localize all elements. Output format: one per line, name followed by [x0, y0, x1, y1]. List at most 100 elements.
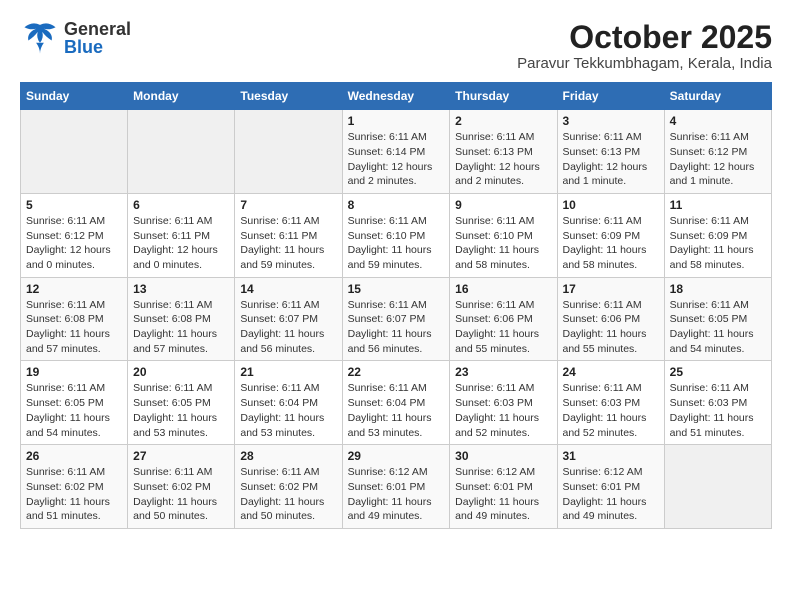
day-number: 11: [670, 198, 766, 212]
calendar-header-row: SundayMondayTuesdayWednesdayThursdayFrid…: [21, 83, 772, 110]
logo-general: General: [64, 20, 131, 38]
calendar-cell: [664, 445, 771, 529]
day-info: Sunrise: 6:11 AM Sunset: 6:11 PM Dayligh…: [133, 214, 229, 273]
day-number: 22: [348, 365, 445, 379]
calendar-cell: 8 Sunrise: 6:11 AM Sunset: 6:10 PM Daylig…: [342, 193, 450, 277]
calendar-cell: 15Sunrise: 6:11 AM Sunset: 6:07 PM Dayli…: [342, 277, 450, 361]
location: Paravur Tekkumbhagam, Kerala, India: [517, 55, 772, 72]
day-info: Sunrise: 6:11 AM Sunset: 6:09 PM Dayligh…: [670, 214, 766, 273]
logo: General Blue: [20, 20, 131, 56]
calendar-cell: 29 Sunrise: 6:12 AM Sunset: 6:01 PM Dayli…: [342, 445, 450, 529]
calendar-cell: 9 Sunrise: 6:11 AM Sunset: 6:10 PM Daylig…: [450, 193, 557, 277]
calendar-cell: 25 Sunrise: 6:11 AM Sunset: 6:03 PM Dayli…: [664, 361, 771, 445]
day-number: 14: [240, 282, 336, 296]
day-info: Sunrise: 6:11 AM Sunset: 6:10 PM Dayligh…: [455, 214, 551, 273]
day-info: Sunrise: 6:11 AM Sunset: 6:05 PM Dayligh…: [670, 298, 766, 357]
day-number: 17: [563, 282, 659, 296]
calendar-cell: [128, 110, 235, 194]
calendar-week-row: 26Sunrise: 6:11 AM Sunset: 6:02 PM Dayli…: [21, 445, 772, 529]
calendar-cell: 11 Sunrise: 6:11 AM Sunset: 6:09 PM Dayli…: [664, 193, 771, 277]
day-info: Sunrise: 6:11 AM Sunset: 6:11 PM Dayligh…: [240, 214, 336, 273]
day-info: Sunrise: 6:11 AM Sunset: 6:12 PM Dayligh…: [670, 130, 766, 189]
day-info: Sunrise: 6:11 AM Sunset: 6:05 PM Dayligh…: [26, 381, 122, 440]
day-number: 4: [670, 114, 766, 128]
month-year: October 2025: [517, 20, 772, 55]
day-info: Sunrise: 6:11 AM Sunset: 6:07 PM Dayligh…: [240, 298, 336, 357]
calendar-cell: 21 Sunrise: 6:11 AM Sunset: 6:04 PM Dayli…: [235, 361, 342, 445]
day-number: 28: [240, 449, 336, 463]
calendar-table: SundayMondayTuesdayWednesdayThursdayFrid…: [20, 82, 772, 529]
calendar-cell: 23Sunrise: 6:11 AM Sunset: 6:03 PM Dayli…: [450, 361, 557, 445]
calendar-cell: 31 Sunrise: 6:12 AM Sunset: 6:01 PM Dayli…: [557, 445, 664, 529]
day-info: Sunrise: 6:11 AM Sunset: 6:07 PM Dayligh…: [348, 298, 445, 357]
day-number: 12: [26, 282, 122, 296]
day-number: 29: [348, 449, 445, 463]
calendar-cell: 4 Sunrise: 6:11 AM Sunset: 6:12 PM Daylig…: [664, 110, 771, 194]
calendar-week-row: 5 Sunrise: 6:11 AM Sunset: 6:12 PM Daylig…: [21, 193, 772, 277]
day-number: 7: [240, 198, 336, 212]
day-info: Sunrise: 6:11 AM Sunset: 6:03 PM Dayligh…: [670, 381, 766, 440]
day-number: 31: [563, 449, 659, 463]
calendar-cell: [235, 110, 342, 194]
day-number: 24: [563, 365, 659, 379]
day-info: Sunrise: 6:11 AM Sunset: 6:10 PM Dayligh…: [348, 214, 445, 273]
day-number: 19: [26, 365, 122, 379]
calendar-cell: 28 Sunrise: 6:11 AM Sunset: 6:02 PM Dayli…: [235, 445, 342, 529]
calendar-cell: 17 Sunrise: 6:11 AM Sunset: 6:06 PM Dayli…: [557, 277, 664, 361]
day-number: 6: [133, 198, 229, 212]
day-info: Sunrise: 6:11 AM Sunset: 6:06 PM Dayligh…: [563, 298, 659, 357]
day-number: 13: [133, 282, 229, 296]
day-number: 9: [455, 198, 551, 212]
calendar-cell: 2 Sunrise: 6:11 AM Sunset: 6:13 PM Daylig…: [450, 110, 557, 194]
calendar-week-row: 19 Sunrise: 6:11 AM Sunset: 6:05 PM Dayli…: [21, 361, 772, 445]
day-info: Sunrise: 6:12 AM Sunset: 6:01 PM Dayligh…: [348, 465, 445, 524]
day-number: 2: [455, 114, 551, 128]
calendar-cell: 18 Sunrise: 6:11 AM Sunset: 6:05 PM Dayli…: [664, 277, 771, 361]
calendar-cell: 5 Sunrise: 6:11 AM Sunset: 6:12 PM Daylig…: [21, 193, 128, 277]
calendar-cell: 19 Sunrise: 6:11 AM Sunset: 6:05 PM Dayli…: [21, 361, 128, 445]
logo-blue: Blue: [64, 38, 131, 56]
day-number: 27: [133, 449, 229, 463]
calendar-day-header: Saturday: [664, 83, 771, 110]
day-number: 5: [26, 198, 122, 212]
day-info: Sunrise: 6:11 AM Sunset: 6:04 PM Dayligh…: [348, 381, 445, 440]
day-info: Sunrise: 6:11 AM Sunset: 6:06 PM Dayligh…: [455, 298, 551, 357]
day-info: Sunrise: 6:11 AM Sunset: 6:09 PM Dayligh…: [563, 214, 659, 273]
day-number: 18: [670, 282, 766, 296]
day-info: Sunrise: 6:12 AM Sunset: 6:01 PM Dayligh…: [455, 465, 551, 524]
logo-text: General Blue: [64, 20, 131, 56]
day-number: 1: [348, 114, 445, 128]
calendar-cell: 12Sunrise: 6:11 AM Sunset: 6:08 PM Dayli…: [21, 277, 128, 361]
calendar-day-header: Wednesday: [342, 83, 450, 110]
calendar-cell: 13 Sunrise: 6:11 AM Sunset: 6:08 PM Dayli…: [128, 277, 235, 361]
day-number: 25: [670, 365, 766, 379]
day-number: 21: [240, 365, 336, 379]
day-info: Sunrise: 6:11 AM Sunset: 6:12 PM Dayligh…: [26, 214, 122, 273]
day-info: Sunrise: 6:11 AM Sunset: 6:02 PM Dayligh…: [240, 465, 336, 524]
day-info: Sunrise: 6:11 AM Sunset: 6:14 PM Dayligh…: [348, 130, 445, 189]
day-number: 16: [455, 282, 551, 296]
calendar-day-header: Friday: [557, 83, 664, 110]
calendar-cell: 16 Sunrise: 6:11 AM Sunset: 6:06 PM Dayli…: [450, 277, 557, 361]
calendar-cell: 30 Sunrise: 6:12 AM Sunset: 6:01 PM Dayli…: [450, 445, 557, 529]
calendar-week-row: 1 Sunrise: 6:11 AM Sunset: 6:14 PM Daylig…: [21, 110, 772, 194]
day-info: Sunrise: 6:11 AM Sunset: 6:08 PM Dayligh…: [133, 298, 229, 357]
day-number: 3: [563, 114, 659, 128]
day-number: 30: [455, 449, 551, 463]
day-info: Sunrise: 6:11 AM Sunset: 6:04 PM Dayligh…: [240, 381, 336, 440]
day-info: Sunrise: 6:11 AM Sunset: 6:13 PM Dayligh…: [563, 130, 659, 189]
calendar-cell: 26Sunrise: 6:11 AM Sunset: 6:02 PM Dayli…: [21, 445, 128, 529]
calendar-cell: 24 Sunrise: 6:11 AM Sunset: 6:03 PM Dayli…: [557, 361, 664, 445]
calendar-cell: 1 Sunrise: 6:11 AM Sunset: 6:14 PM Daylig…: [342, 110, 450, 194]
day-number: 20: [133, 365, 229, 379]
day-info: Sunrise: 6:12 AM Sunset: 6:01 PM Dayligh…: [563, 465, 659, 524]
calendar-cell: 27Sunrise: 6:11 AM Sunset: 6:02 PM Dayli…: [128, 445, 235, 529]
day-number: 8: [348, 198, 445, 212]
day-info: Sunrise: 6:11 AM Sunset: 6:02 PM Dayligh…: [26, 465, 122, 524]
title-section: October 2025 Paravur Tekkumbhagam, Keral…: [517, 20, 772, 72]
day-info: Sunrise: 6:11 AM Sunset: 6:13 PM Dayligh…: [455, 130, 551, 189]
day-info: Sunrise: 6:11 AM Sunset: 6:05 PM Dayligh…: [133, 381, 229, 440]
calendar-day-header: Thursday: [450, 83, 557, 110]
day-info: Sunrise: 6:11 AM Sunset: 6:03 PM Dayligh…: [563, 381, 659, 440]
calendar-week-row: 12 Sunrise: 6:11 AM Sunset: 6:08 PM Dayli…: [21, 277, 772, 361]
